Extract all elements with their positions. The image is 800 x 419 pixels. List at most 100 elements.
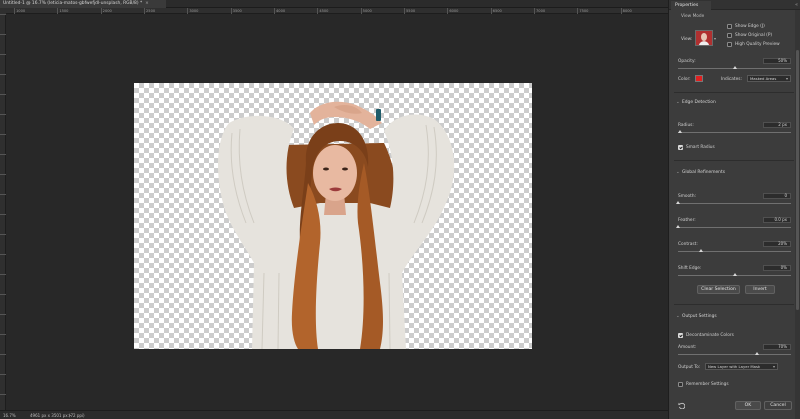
close-tab-icon[interactable]: × [145,1,149,6]
smooth-slider[interactable] [678,203,791,204]
divider [674,304,794,305]
radius-label: Radius: [678,123,694,128]
ruler-tick [0,354,6,355]
amount-label: Amount: [678,345,697,350]
invert-button[interactable]: Invert [745,285,775,294]
global-refinements-section[interactable]: ⌄ Global Refinements [676,170,725,175]
undo-arrow-icon [678,402,686,410]
zoom-level[interactable]: 16.7% [3,411,16,419]
document-tab-bar: Untitled-1 @ 16.7% (leticia-matos-gbfwef… [0,0,668,8]
document-tab[interactable]: Untitled-1 @ 16.7% (leticia-matos-gbfwef… [0,0,166,8]
radius-slider[interactable] [678,132,791,133]
panel-tab-bar: Properties « [669,0,800,10]
output-to-dropdown[interactable]: New Layer with Layer Mask ▾ [705,363,778,370]
ruler-tick [0,54,6,55]
document-canvas[interactable] [134,83,532,349]
scrollbar-thumb[interactable] [796,50,799,310]
feather-input[interactable]: 0.0 px [763,217,791,223]
remember-settings-label: Remember Settings [686,382,729,387]
high-quality-preview-label: High Quality Preview [735,42,780,47]
status-menu-arrow[interactable]: > [68,411,71,419]
view-preview-icon [696,31,712,45]
show-edge-checkbox[interactable] [727,24,732,29]
cancel-button[interactable]: Cancel [764,401,792,410]
ruler-tick [0,314,6,315]
horizontal-ruler: 1000 1500 2000 2500 3000 3500 4000 4500 5000 5500… [6,8,668,14]
indicates-value: Masked Areas [750,76,777,81]
panel-scrollbar[interactable] [795,10,800,419]
amount-slider[interactable] [678,354,791,355]
ruler-tick-label: 7500 [577,8,589,14]
output-to-value: New Layer with Layer Mask [708,364,761,369]
document-size: 4961 px x 3501 px (72 ppi) [30,413,85,418]
ruler-tick [0,254,6,255]
vertical-ruler [0,14,6,410]
ruler-tick [0,34,6,35]
contrast-slider-handle[interactable] [698,249,703,252]
decontaminate-colors-checkbox[interactable] [678,333,683,338]
ruler-tick [0,114,6,115]
ruler-tick-label: 5000 [360,8,372,14]
view-label: View: [681,37,693,42]
ok-button[interactable]: OK [735,401,761,410]
remember-settings-checkbox[interactable] [678,382,683,387]
view-dropdown-icon[interactable]: ▾ [714,36,716,41]
ruler-tick-label: 5500 [404,8,416,14]
smooth-slider-handle[interactable] [676,201,680,204]
view-mode-thumbnail[interactable] [695,30,713,46]
ruler-tick-label: 3500 [230,8,242,14]
amount-slider-handle[interactable] [755,352,760,355]
shift-edge-slider-handle[interactable] [732,273,737,276]
edge-detection-title: Edge Detection [682,100,716,105]
contrast-input[interactable]: 20% [763,241,791,247]
shift-edge-input[interactable]: 0% [763,265,791,271]
ruler-tick-label: 2500 [144,8,156,14]
feather-slider[interactable] [678,227,791,228]
tab-properties[interactable]: Properties [671,1,711,10]
show-original-checkbox[interactable] [727,33,732,38]
output-to-label: Output To: [678,365,701,370]
color-label: Color: [678,77,691,82]
smart-radius-checkbox[interactable] [678,145,683,150]
view-mode-header: View Mode [681,14,705,19]
output-settings-title: Output Settings [682,314,717,319]
clear-selection-button[interactable]: Clear Selection [697,285,740,294]
ruler-tick [0,94,6,95]
radius-input[interactable]: 2 px [763,122,791,128]
collapse-panel-icon[interactable]: « [795,1,798,9]
ruler-tick-label: 1500 [57,8,69,14]
ruler-tick-label: 7000 [534,8,546,14]
edge-detection-section[interactable]: ⌄ Edge Detection [676,100,716,105]
ruler-tick [0,294,6,295]
smart-radius-label: Smart Radius [686,145,715,150]
document-tab-title: Untitled-1 @ 16.7% (leticia-matos-gbfwef… [3,1,143,6]
contrast-slider[interactable] [678,251,791,252]
global-refinements-title: Global Refinements [682,170,725,175]
radius-slider-handle[interactable] [678,130,683,133]
canvas-workspace[interactable] [7,15,668,410]
decontaminate-colors-label: Decontaminate Colors [686,333,734,338]
ruler-tick [0,374,6,375]
contrast-label: Contrast: [678,242,698,247]
feather-label: Feather: [678,218,696,223]
ruler-tick [0,14,6,15]
smooth-input[interactable]: 0 [763,193,791,199]
chevron-down-icon: ▾ [785,76,788,81]
indicates-label: Indicates: [721,77,742,82]
indicates-dropdown[interactable]: Masked Areas ▾ [747,75,791,82]
feather-slider-handle[interactable] [676,225,680,228]
opacity-input[interactable]: 50% [763,58,791,64]
reset-icon[interactable] [678,402,686,410]
ruler-tick [0,194,6,195]
ruler-tick [0,74,6,75]
high-quality-preview-checkbox[interactable] [727,42,732,47]
shift-edge-label: Shift Edge: [678,266,702,271]
opacity-slider-handle[interactable] [732,66,737,69]
overlay-color-swatch[interactable] [695,75,703,82]
divider [674,160,794,161]
output-settings-section[interactable]: ⌄ Output Settings [676,314,717,319]
amount-input[interactable]: 70% [763,344,791,350]
smooth-label: Smooth: [678,194,697,199]
opacity-label: Opacity: [678,59,696,64]
ruler-tick-label: 6000 [447,8,459,14]
